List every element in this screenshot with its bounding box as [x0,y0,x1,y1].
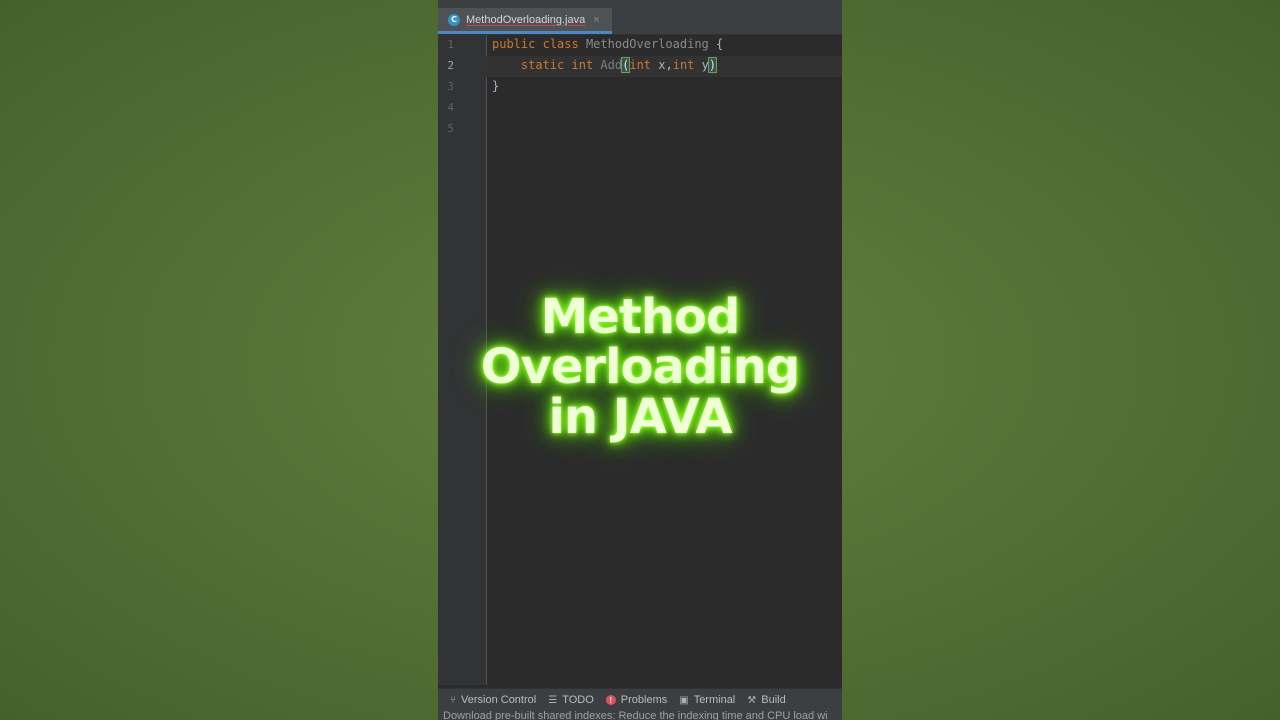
video-title-overlay: Method Overloading in JAVA [438,292,842,442]
status-message[interactable]: Download pre-built shared indexes: Reduc… [443,710,828,720]
line-number: 4 [447,101,454,114]
code-line-3: } [492,79,499,93]
java-class-icon: C [448,13,460,26]
close-icon[interactable]: × [593,14,599,26]
line-number: 1 [447,38,454,51]
brace: } [492,79,500,93]
keyword: int [672,58,695,72]
close-paren: ) [707,57,718,73]
build-icon: ⚒ [747,694,757,706]
brace: { [716,37,724,51]
toolwindow-terminal[interactable]: ▣ Terminal [679,694,735,706]
keyword: class [542,37,579,51]
class-name: MethodOverloading [585,37,709,51]
version-control-icon: ⑂ [450,694,456,706]
terminal-icon: ▣ [679,694,689,706]
param: y [701,58,709,72]
overlay-line-1: Method [540,289,741,345]
toolwindow-build[interactable]: ⚒ Build [747,694,785,706]
text-caret [716,59,718,72]
toolwindow-label: TODO [562,694,594,706]
tab-label: MethodOverloading.java [466,13,586,26]
toolwindow-problems[interactable]: ! Problems [605,694,668,706]
code-line-1: public class MethodOverloading { [492,37,723,51]
method-name: Add [600,58,623,72]
code-line-2: static int Add(int x,int y) [492,57,718,73]
editor-tab-bar: C MethodOverloading.java × [438,8,842,35]
problems-icon: ! [605,695,616,705]
status-bar: Download pre-built shared indexes: Reduc… [438,710,842,720]
line-number-current: 2 [447,59,454,72]
keyword: static [520,58,565,72]
toolwindow-label: Problems [620,694,668,706]
keyword: int [571,58,594,72]
line-number: 5 [447,122,454,135]
tool-window-bar: ⑂ Version Control ☰ TODO ! Problems ▣ Te… [438,688,842,711]
tab-method-overloading[interactable]: C MethodOverloading.java × [438,8,612,34]
keyword: int [629,58,652,72]
navigation-bar [438,0,842,8]
overlay-line-3: in JAVA [548,389,732,445]
toolwindow-label: Terminal [693,694,736,706]
overlay-line-2: Overloading [480,339,800,395]
param: x, [658,58,673,72]
keyword: public [492,37,536,51]
todo-icon: ☰ [548,694,558,706]
line-number: 3 [447,80,454,93]
toolwindow-label: Build [761,694,786,706]
toolwindow-todo[interactable]: ☰ TODO [548,694,594,706]
toolwindow-version-control[interactable]: ⑂ Version Control [450,694,536,706]
toolwindow-label: Version Control [461,694,537,706]
